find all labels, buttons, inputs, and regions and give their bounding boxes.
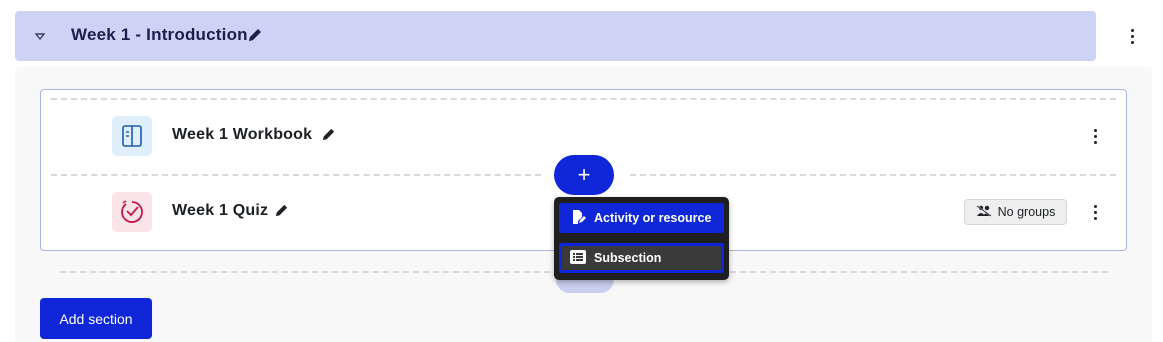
chevron-down-icon[interactable]: [32, 29, 48, 45]
activity-menu-kebab-icon[interactable]: [1085, 125, 1105, 147]
pencil-icon[interactable]: [247, 27, 263, 48]
pencil-icon[interactable]: [274, 203, 289, 223]
add-content-menu: Activity or resource Subsection: [554, 197, 729, 280]
plus-icon: +: [577, 162, 591, 187]
activity-menu-kebab-icon[interactable]: [1085, 201, 1105, 223]
menu-item-activity-or-resource[interactable]: Activity or resource: [559, 203, 724, 233]
add-section-button[interactable]: Add section: [40, 298, 152, 339]
section-title: Week 1 - Introduction: [71, 25, 248, 44]
drop-zone-divider: [630, 174, 1116, 176]
pencil-icon[interactable]: [321, 127, 336, 147]
drop-zone-divider: [730, 271, 1108, 273]
groups-label: No groups: [997, 205, 1056, 219]
drop-zone-divider: [60, 271, 550, 273]
users-icon: [976, 204, 992, 220]
menu-item-label: Subsection: [594, 251, 662, 265]
groups-badge[interactable]: No groups: [964, 199, 1067, 225]
document-edit-icon: [570, 209, 586, 228]
menu-item-subsection[interactable]: Subsection: [559, 243, 724, 273]
list-icon: [570, 249, 586, 267]
menu-item-label: Activity or resource: [594, 211, 712, 225]
activity-name[interactable]: Week 1 Workbook: [172, 126, 312, 144]
drop-zone-divider: [51, 174, 541, 176]
book-icon: [112, 116, 152, 156]
section-header: Week 1 - Introduction: [15, 11, 1096, 61]
activity-name[interactable]: Week 1 Quiz: [172, 202, 268, 220]
section-menu-kebab-icon[interactable]: [1122, 25, 1142, 47]
quiz-check-icon: [112, 192, 152, 232]
add-content-button[interactable]: +: [554, 155, 614, 195]
drop-zone-divider: [51, 98, 1116, 100]
